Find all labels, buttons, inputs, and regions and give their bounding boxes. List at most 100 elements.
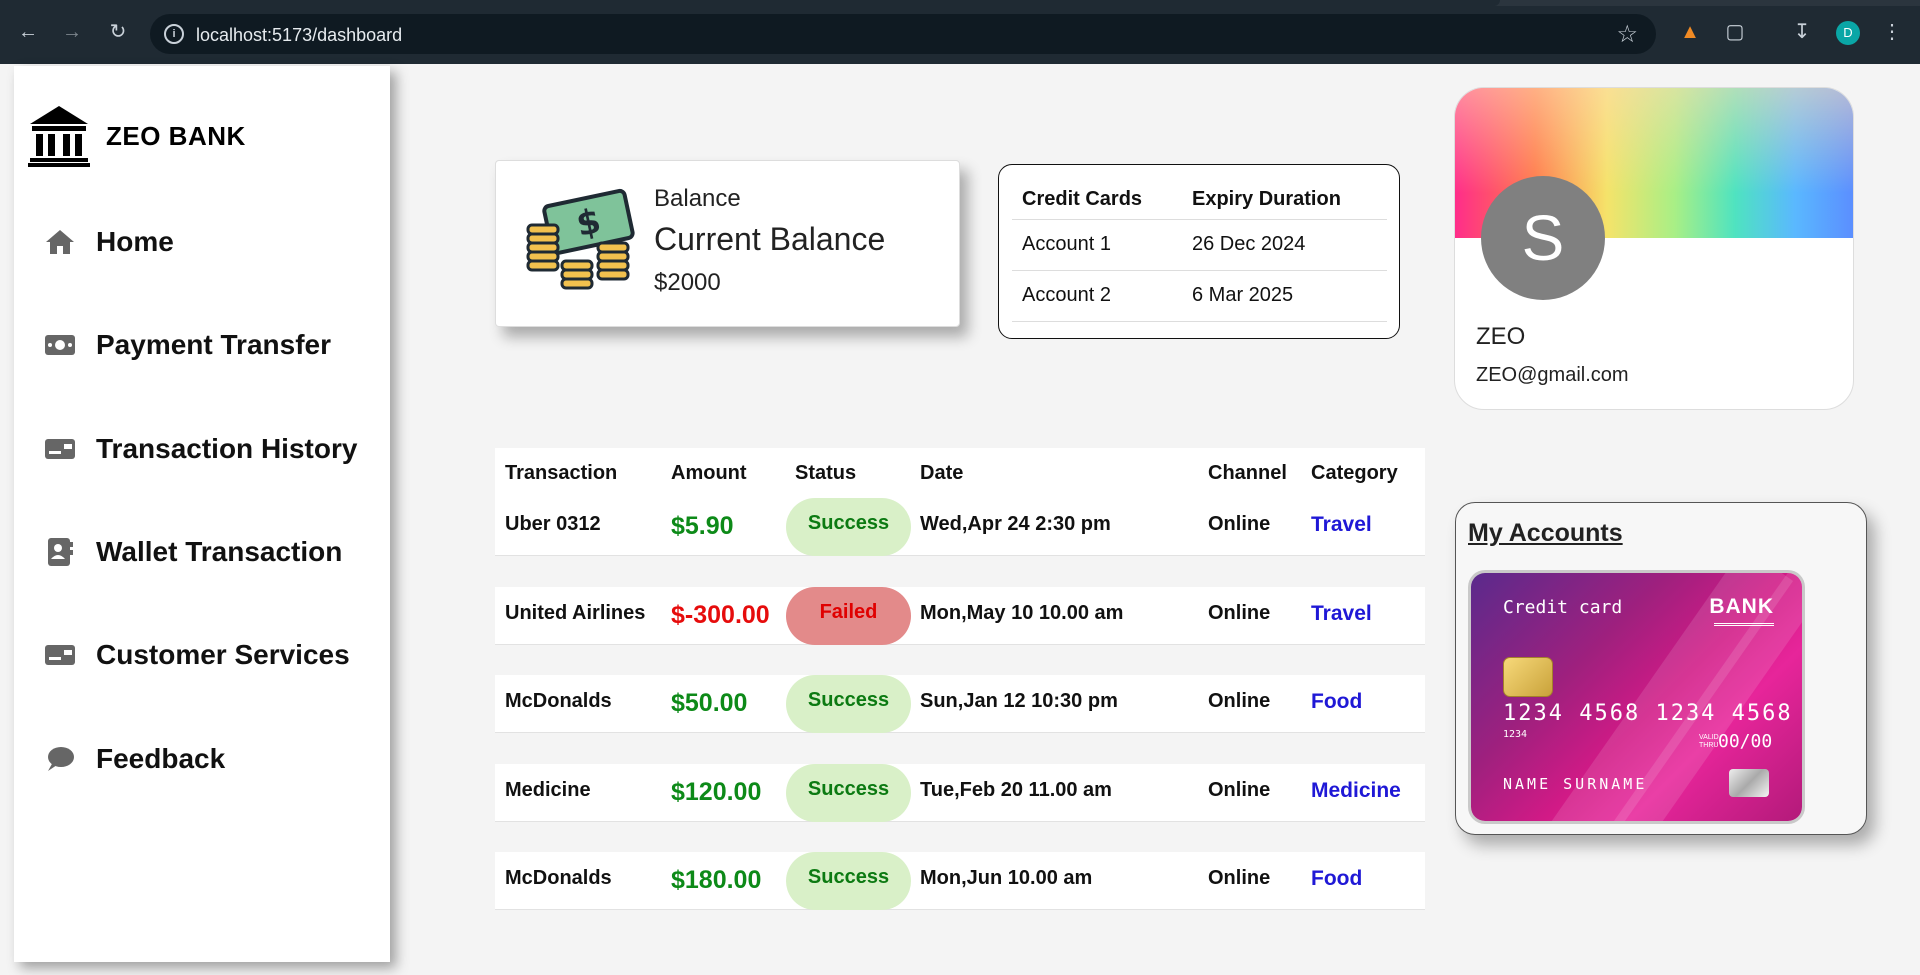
extensions-puzzle-icon[interactable]: ▢ <box>1723 20 1747 44</box>
transaction-category[interactable]: Food <box>1311 867 1362 891</box>
home-icon <box>44 226 76 258</box>
reload-icon[interactable]: ↻ <box>104 18 132 46</box>
bank-building-icon <box>28 106 90 167</box>
column-header: Category <box>1311 462 1398 484</box>
bookmark-star-icon[interactable]: ☆ <box>1616 20 1638 49</box>
profile-avatar-circle[interactable]: S <box>1481 176 1605 300</box>
transactions-header: Transaction Amount Status Date Channel C… <box>495 448 1425 498</box>
column-header: Amount <box>671 462 747 484</box>
profile-avatar[interactable]: D <box>1836 21 1860 45</box>
menu-kebab-icon[interactable]: ⋮ <box>1880 20 1904 44</box>
status-badge: Failed <box>786 587 911 645</box>
table-cell: Account 1 <box>1012 219 1182 271</box>
download-icon[interactable]: ↧ <box>1790 20 1814 44</box>
sidebar-item-feedback[interactable]: Feedback <box>44 743 225 775</box>
site-info-icon[interactable]: i <box>164 24 184 44</box>
credit-cards-table: Credit Cards Expiry Duration Account 1 2… <box>1012 181 1387 322</box>
sidebar-item-label: Transaction History <box>96 433 358 464</box>
table-row[interactable]: McDonalds $50.00 Success Sun,Jan 12 10:3… <box>495 675 1425 733</box>
table-row[interactable]: Medicine $120.00 Success Tue,Feb 20 11.0… <box>495 764 1425 822</box>
transaction-date: Mon,May 10 10.00 am <box>920 602 1124 624</box>
transaction-channel: Online <box>1208 867 1271 889</box>
column-header: Channel <box>1208 462 1287 484</box>
money-icon <box>44 329 76 361</box>
sidebar-item-transaction-history[interactable]: Transaction History <box>44 433 357 465</box>
table-cell: 6 Mar 2025 <box>1182 270 1387 322</box>
profile-name: ZEO <box>1476 323 1526 350</box>
transaction-name: Uber 0312 <box>505 513 601 535</box>
card-small-number: 1234 <box>1503 729 1528 740</box>
brand-name: ZEO BANK <box>106 120 246 151</box>
card-bank-underline <box>1714 623 1774 626</box>
profile-email: ZEO@gmail.com <box>1476 364 1629 386</box>
sidebar-item-wallet-transaction[interactable]: Wallet Transaction <box>44 536 342 568</box>
transaction-amount: $180.00 <box>671 866 762 894</box>
transaction-name: Medicine <box>505 779 591 801</box>
back-icon[interactable]: ← <box>14 18 42 46</box>
table-row[interactable]: Uber 0312 $5.90 Success Wed,Apr 24 2:30 … <box>495 498 1425 556</box>
credit-card-image[interactable]: Credit card BANK 1234 4568 1234 4568 123… <box>1471 573 1802 821</box>
card-expiry: 00/00 <box>1718 731 1773 752</box>
status-badge: Success <box>786 498 911 556</box>
column-header: Credit Cards <box>1012 181 1182 220</box>
transaction-category[interactable]: Food <box>1311 690 1362 714</box>
sidebar-item-label: Wallet Transaction <box>96 536 343 567</box>
card-icon <box>44 639 76 671</box>
transaction-date: Wed,Apr 24 2:30 pm <box>920 513 1111 535</box>
table-row[interactable]: Account 2 6 Mar 2025 <box>1012 270 1387 322</box>
profile-card: S ZEO ZEO@gmail.com <box>1454 87 1854 410</box>
transaction-channel: Online <box>1208 602 1271 624</box>
transaction-category[interactable]: Medicine <box>1311 779 1401 803</box>
balance-title: Current Balance <box>654 221 886 257</box>
transaction-channel: Online <box>1208 779 1271 801</box>
cash-coins-icon: $ <box>526 188 635 290</box>
sidebar-item-label: Customer Services <box>96 639 350 670</box>
tab-strip <box>0 0 1920 6</box>
balance-card: $ Balance Current Balance $2000 <box>495 160 960 327</box>
status-badge: Success <box>786 675 911 733</box>
contact-book-icon <box>44 536 76 568</box>
forward-icon[interactable]: → <box>58 18 86 46</box>
sidebar-item-label: Home <box>96 226 174 257</box>
table-row[interactable]: McDonalds $180.00 Success Mon,Jun 10.00 … <box>495 852 1425 910</box>
transaction-date: Tue,Feb 20 11.00 am <box>920 779 1112 801</box>
column-header: Transaction <box>505 462 618 484</box>
sidebar-item-customer-services[interactable]: Customer Services <box>44 639 350 671</box>
card-chip-icon <box>1503 657 1553 697</box>
metamask-fox-icon[interactable]: ▲ <box>1678 20 1702 44</box>
table-cell: 26 Dec 2024 <box>1182 219 1387 271</box>
status-badge: Success <box>786 852 911 910</box>
card-bank: BANK <box>1709 595 1774 618</box>
card-number: 1234 4568 1234 4568 <box>1503 701 1793 726</box>
transaction-name: United Airlines <box>505 602 646 624</box>
url-text[interactable]: localhost:5173/dashboard <box>196 25 402 46</box>
balance-label: Balance <box>654 185 741 212</box>
transaction-category[interactable]: Travel <box>1311 602 1372 626</box>
transaction-date: Mon,Jun 10.00 am <box>920 867 1093 889</box>
transaction-name: McDonalds <box>505 867 612 889</box>
table-row[interactable]: United Airlines $-300.00 Failed Mon,May … <box>495 587 1425 645</box>
brand[interactable]: ZEO BANK <box>28 104 246 168</box>
transaction-amount: $120.00 <box>671 778 762 806</box>
table-row[interactable]: Account 1 26 Dec 2024 <box>1012 219 1387 271</box>
sidebar-item-home[interactable]: Home <box>44 226 174 258</box>
transaction-amount: $-300.00 <box>671 601 770 629</box>
card-type: Credit card <box>1503 597 1623 618</box>
column-header: Date <box>920 462 964 484</box>
my-accounts-panel: My Accounts Credit card BANK 1234 4568 1… <box>1455 502 1867 835</box>
transaction-category[interactable]: Travel <box>1311 513 1372 537</box>
sidebar-item-payment-transfer[interactable]: Payment Transfer <box>44 329 331 361</box>
card-icon <box>44 433 76 465</box>
sidebar: ZEO BANK Home Payment Transfer Transacti… <box>14 66 390 962</box>
column-header: Expiry Duration <box>1182 181 1387 220</box>
my-accounts-title[interactable]: My Accounts <box>1468 519 1623 548</box>
sidebar-item-label: Feedback <box>96 743 226 774</box>
card-holder: NAME SURNAME <box>1503 775 1648 793</box>
address-bar[interactable]: i localhost:5173/dashboard ☆ <box>150 14 1656 54</box>
card-hologram <box>1729 769 1769 797</box>
transaction-amount: $50.00 <box>671 689 748 717</box>
balance-amount: $2000 <box>654 269 721 296</box>
transaction-amount: $5.90 <box>671 512 734 540</box>
active-tab[interactable] <box>0 0 1500 6</box>
table-cell: Account 2 <box>1012 270 1182 322</box>
